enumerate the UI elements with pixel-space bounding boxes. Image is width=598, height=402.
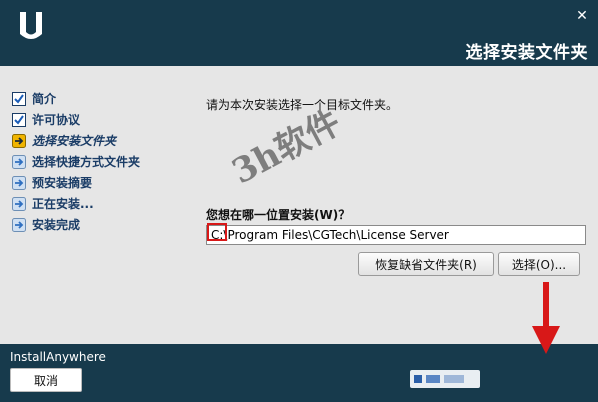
step-item: 安装完成: [12, 214, 140, 235]
dialog-title: 选择安装文件夹: [465, 43, 588, 63]
step-list: 简介 许可协议 选择安装文件夹 选择快捷方式文件夹 预安装摘要 正在安装... …: [12, 88, 140, 235]
arrow-right-icon: [12, 217, 26, 232]
step-item: 许可协议: [12, 109, 140, 130]
restore-default-folder-button[interactable]: 恢复缺省文件夹(R): [358, 252, 494, 276]
installanywhere-logo-icon: [20, 12, 42, 39]
checkbox-checked-icon: [12, 112, 26, 127]
step-label: 简介: [32, 92, 57, 106]
cancel-button[interactable]: 取消: [10, 368, 82, 392]
install-location-label: 您想在哪一位置安装(W)？: [206, 208, 351, 222]
close-icon[interactable]: ✕: [574, 8, 590, 24]
step-item: 选择快捷方式文件夹: [12, 151, 140, 172]
step-item-current: 选择安装文件夹: [12, 130, 140, 151]
step-label: 许可协议: [32, 113, 81, 127]
footer-bar: InstallAnywhere 取消: [0, 344, 598, 402]
step-item: 预安装摘要: [12, 172, 140, 193]
step-item: 简介: [12, 88, 140, 109]
step-label: 选择安装文件夹: [32, 134, 117, 148]
arrow-right-current-icon: [12, 133, 26, 148]
site-stamp-icon: [410, 370, 480, 388]
arrow-right-icon: [12, 175, 26, 190]
step-label: 选择快捷方式文件夹: [32, 155, 141, 169]
instruction-text: 请为本次安装选择一个目标文件夹。: [206, 98, 399, 112]
arrow-right-icon: [12, 154, 26, 169]
choose-folder-button[interactable]: 选择(O)...: [498, 252, 580, 276]
title-bar: ✕ 选择安装文件夹: [0, 0, 598, 66]
step-label: 预安装摘要: [32, 176, 93, 190]
step-item: 正在安装...: [12, 193, 140, 214]
arrow-right-icon: [12, 196, 26, 211]
step-label: 安装完成: [32, 218, 81, 232]
annotation-highlight-box: [207, 223, 227, 241]
step-label: 正在安装...: [32, 197, 94, 211]
checkbox-checked-icon: [12, 91, 26, 106]
install-path-input[interactable]: [206, 225, 586, 245]
installer-window: ✕ 选择安装文件夹 简介 许可协议 选择安装文件夹 选择快捷方式文件夹 预安装摘…: [0, 0, 598, 402]
content-panel: 简介 许可协议 选择安装文件夹 选择快捷方式文件夹 预安装摘要 正在安装... …: [0, 66, 598, 344]
annotation-arrow-icon: [532, 282, 560, 354]
vendor-label: InstallAnywhere: [10, 350, 106, 364]
